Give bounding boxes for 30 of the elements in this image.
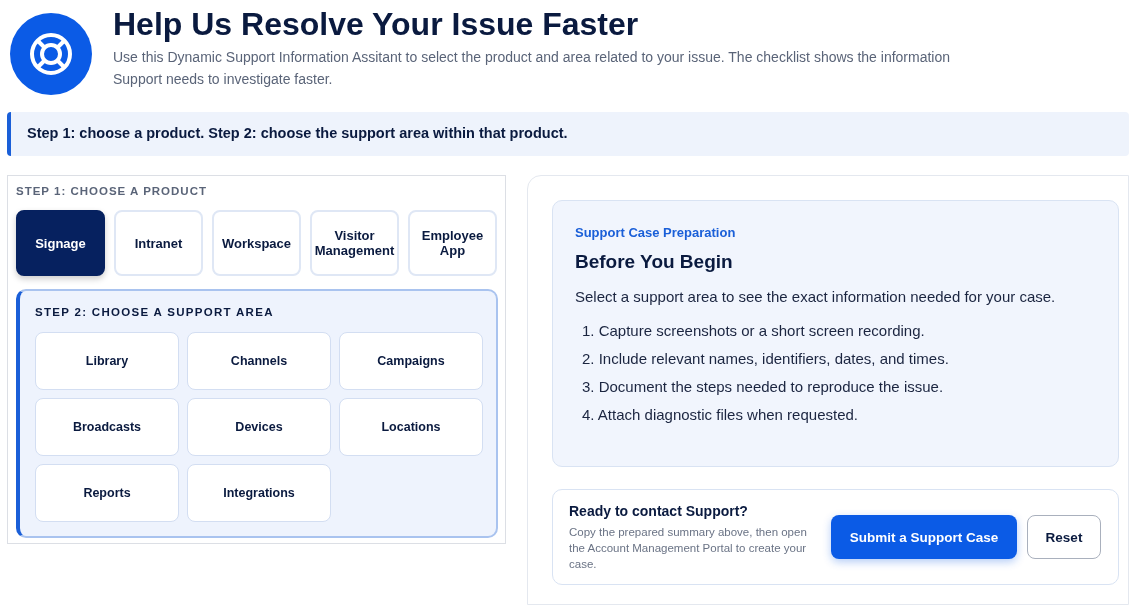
reset-button[interactable]: Reset: [1027, 515, 1101, 559]
section-heading: STEP 2: CHOOSE A SUPPORT AREA: [35, 306, 275, 318]
support-area-option[interactable]: Reports: [35, 464, 179, 522]
page-description: Use this Dynamic Support Information Assitant to select the product and area related to your issue. The checklist shows the information Support needs to investigate faster.: [113, 48, 952, 89]
lifebuoy-icon: [10, 13, 92, 95]
support-area-option[interactable]: Broadcasts: [35, 398, 179, 456]
checklist-item: 4. Attach diagnostic files when requested.: [582, 405, 859, 425]
support-area-option[interactable]: Library: [35, 332, 179, 390]
card-intro: Select a support area to see the exact information needed for your case.: [575, 288, 1057, 305]
checklist-item: 1. Capture screenshots or a short screen recording.: [582, 321, 926, 341]
checklist-item: 3. Document the steps needed to reproduce the issue.: [582, 377, 945, 397]
support-area-option[interactable]: Devices: [187, 398, 331, 456]
card-eyebrow: Support Case Preparation: [575, 225, 737, 240]
page-title: Help Us Resolve Your Issue Faster: [113, 8, 640, 40]
card-title: Before You Begin: [575, 251, 734, 273]
support-area-option[interactable]: Integrations: [187, 464, 331, 522]
product-tab[interactable]: Employee App: [408, 210, 497, 276]
product-tab[interactable]: Visitor Management: [310, 210, 399, 276]
product-tab[interactable]: Intranet: [114, 210, 203, 276]
product-tab[interactable]: Workspace: [212, 210, 301, 276]
support-area-option[interactable]: Channels: [187, 332, 331, 390]
support-area-option[interactable]: Campaigns: [339, 332, 483, 390]
product-tab[interactable]: Signage: [16, 210, 105, 276]
submit-button[interactable]: Submit a Support Case: [831, 515, 1017, 559]
support-area-option[interactable]: Locations: [339, 398, 483, 456]
contact-description: Copy the prepared summary above, then open the Account Management Portal to create your case.: [569, 524, 808, 572]
checklist-item: 2. Include relevant names, identifiers, dates, and times.: [582, 349, 950, 369]
section-heading: STEP 1: CHOOSE A PRODUCT: [16, 185, 208, 197]
contact-title: Ready to contact Support?: [569, 502, 749, 519]
instruction-banner: Step 1: choose a product. Step 2: choose the support area within that product.: [7, 112, 1129, 156]
